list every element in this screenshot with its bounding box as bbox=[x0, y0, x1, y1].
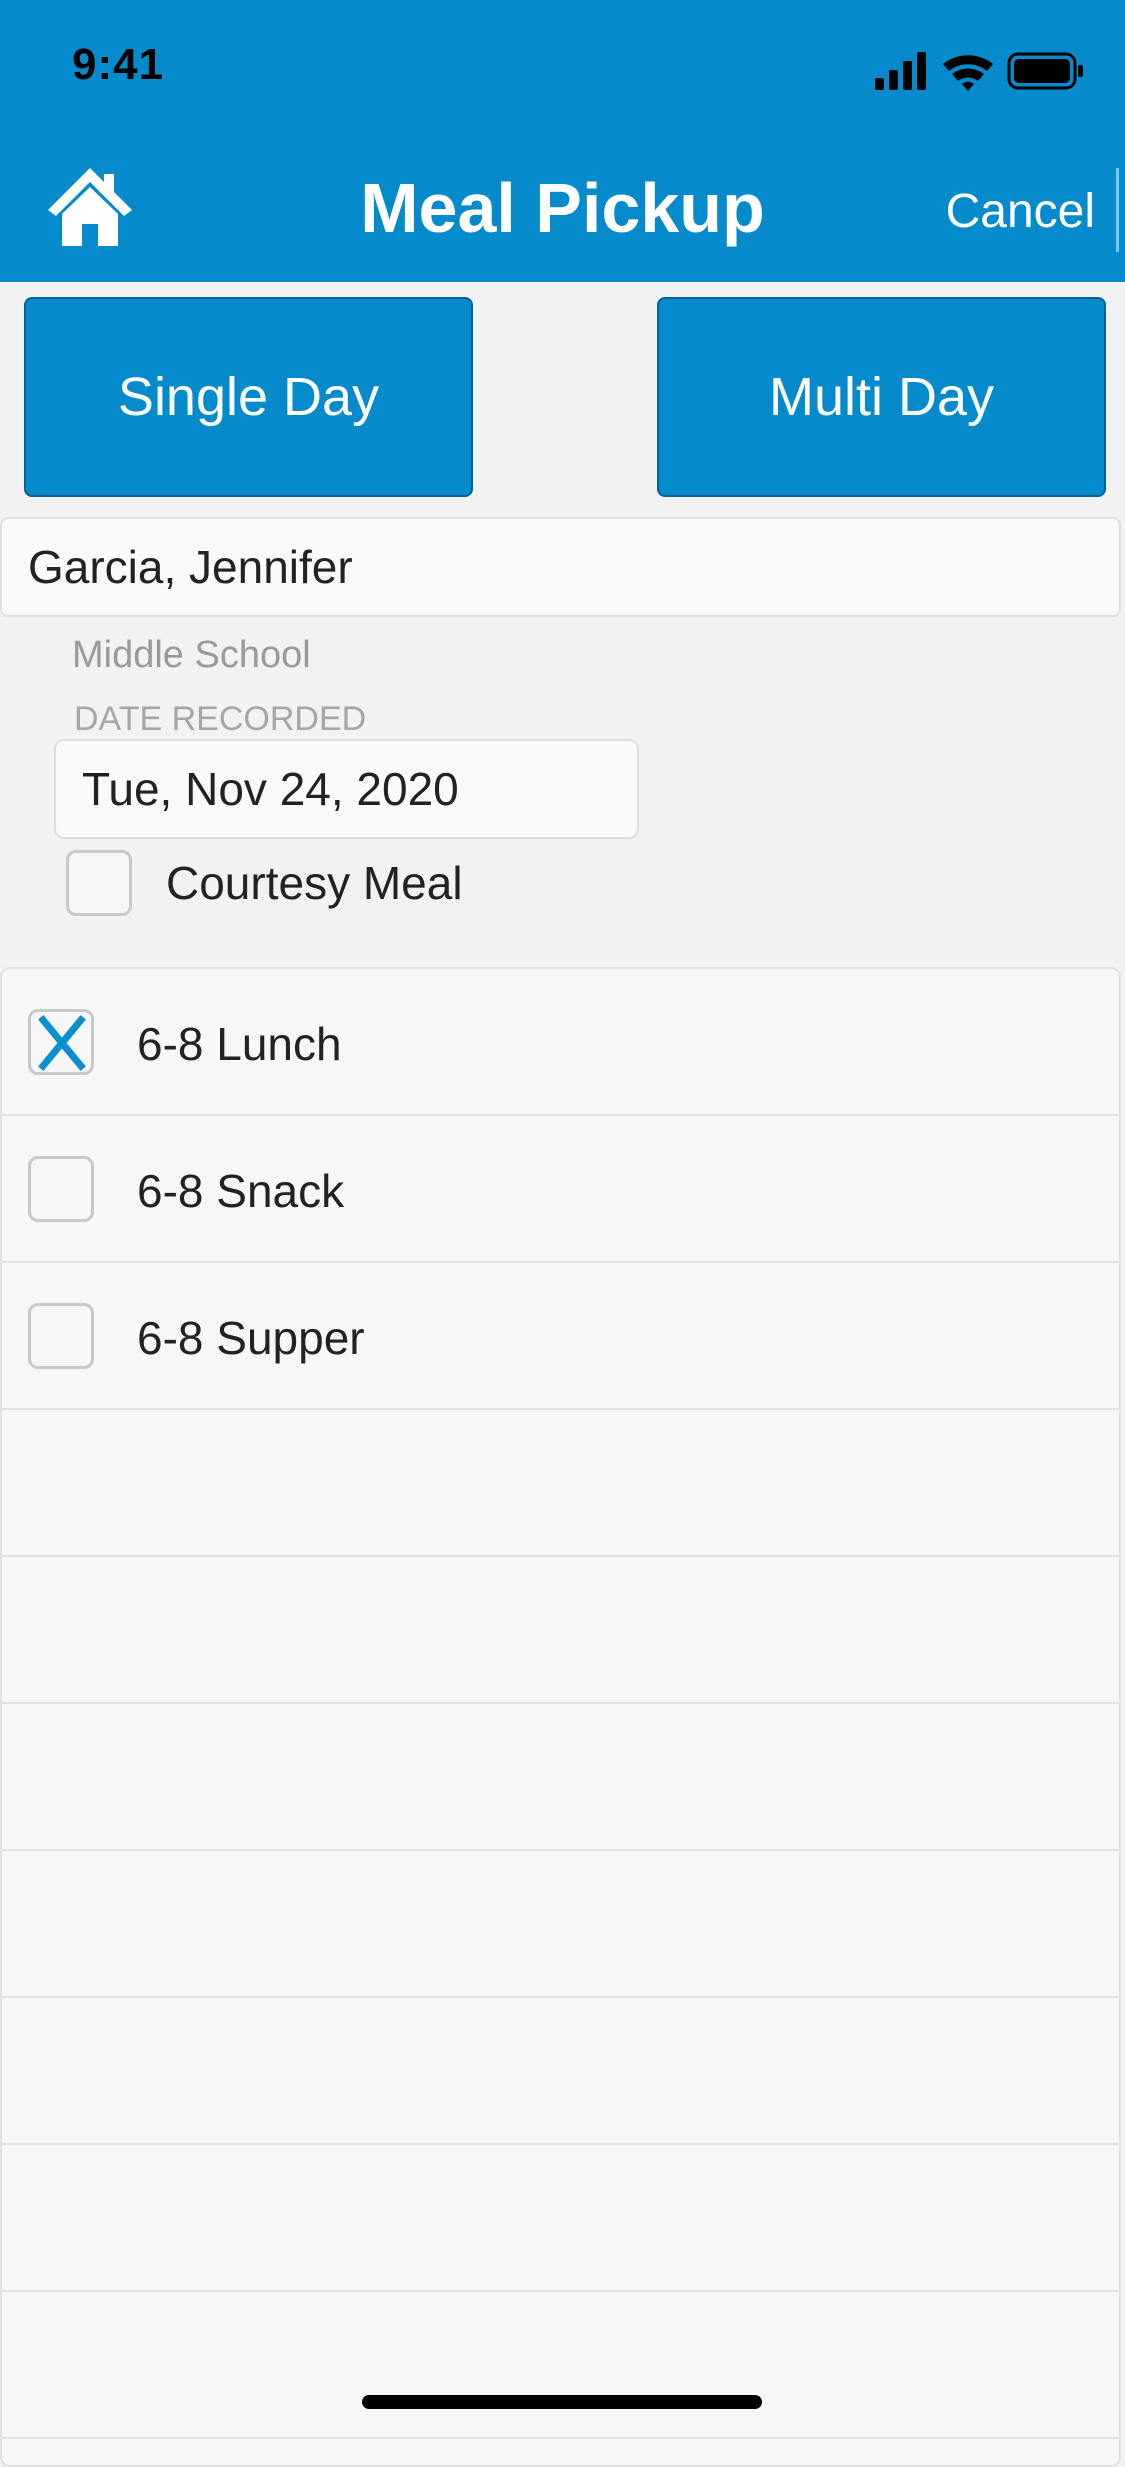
courtesy-meal-label: Courtesy Meal bbox=[166, 857, 463, 909]
signal-icon bbox=[875, 52, 926, 90]
list-row-empty bbox=[2, 2292, 1119, 2439]
meal-checkbox-snack[interactable] bbox=[28, 1156, 94, 1222]
meal-checkbox-supper[interactable] bbox=[28, 1303, 94, 1369]
meal-row-lunch[interactable]: 6-8 Lunch bbox=[2, 969, 1119, 1116]
date-recorded-label: DATE RECORDED bbox=[74, 700, 367, 738]
list-row-empty bbox=[2, 1704, 1119, 1851]
app-header: 9:41 Meal Pickup Cancel bbox=[0, 0, 1125, 282]
home-indicator[interactable] bbox=[362, 2395, 762, 2409]
meal-label-supper: 6-8 Supper bbox=[137, 1312, 365, 1364]
multi-day-button[interactable]: Multi Day bbox=[657, 297, 1106, 497]
courtesy-meal-checkbox[interactable] bbox=[66, 850, 132, 916]
school-label: Middle School bbox=[72, 634, 311, 676]
list-row-empty bbox=[2, 2145, 1119, 2292]
meal-label-lunch: 6-8 Lunch bbox=[137, 1018, 342, 1070]
student-name-field[interactable]: Garcia, Jennifer bbox=[0, 517, 1121, 617]
meal-row-snack[interactable]: 6-8 Snack bbox=[2, 1116, 1119, 1263]
status-time: 9:41 bbox=[72, 40, 165, 89]
wifi-icon bbox=[943, 55, 993, 91]
status-icons bbox=[875, 48, 1085, 92]
battery-icon bbox=[1007, 52, 1083, 90]
meal-row-supper[interactable]: 6-8 Supper bbox=[2, 1263, 1119, 1410]
check-x-icon bbox=[38, 1015, 86, 1071]
list-row-empty bbox=[2, 1410, 1119, 1557]
meal-label-snack: 6-8 Snack bbox=[137, 1165, 345, 1217]
cancel-button[interactable]: Cancel bbox=[946, 184, 1095, 239]
list-row-empty bbox=[2, 1557, 1119, 1704]
meal-checkbox-lunch[interactable] bbox=[28, 1009, 94, 1075]
header-divider bbox=[1116, 168, 1119, 252]
single-day-button[interactable]: Single Day bbox=[24, 297, 473, 497]
list-row-empty bbox=[2, 1851, 1119, 1998]
list-row-empty bbox=[2, 1998, 1119, 2145]
date-recorded-field[interactable]: Tue, Nov 24, 2020 bbox=[54, 739, 639, 839]
meal-list: 6-8 Lunch 6-8 Snack 6-8 Supper bbox=[0, 967, 1121, 2467]
